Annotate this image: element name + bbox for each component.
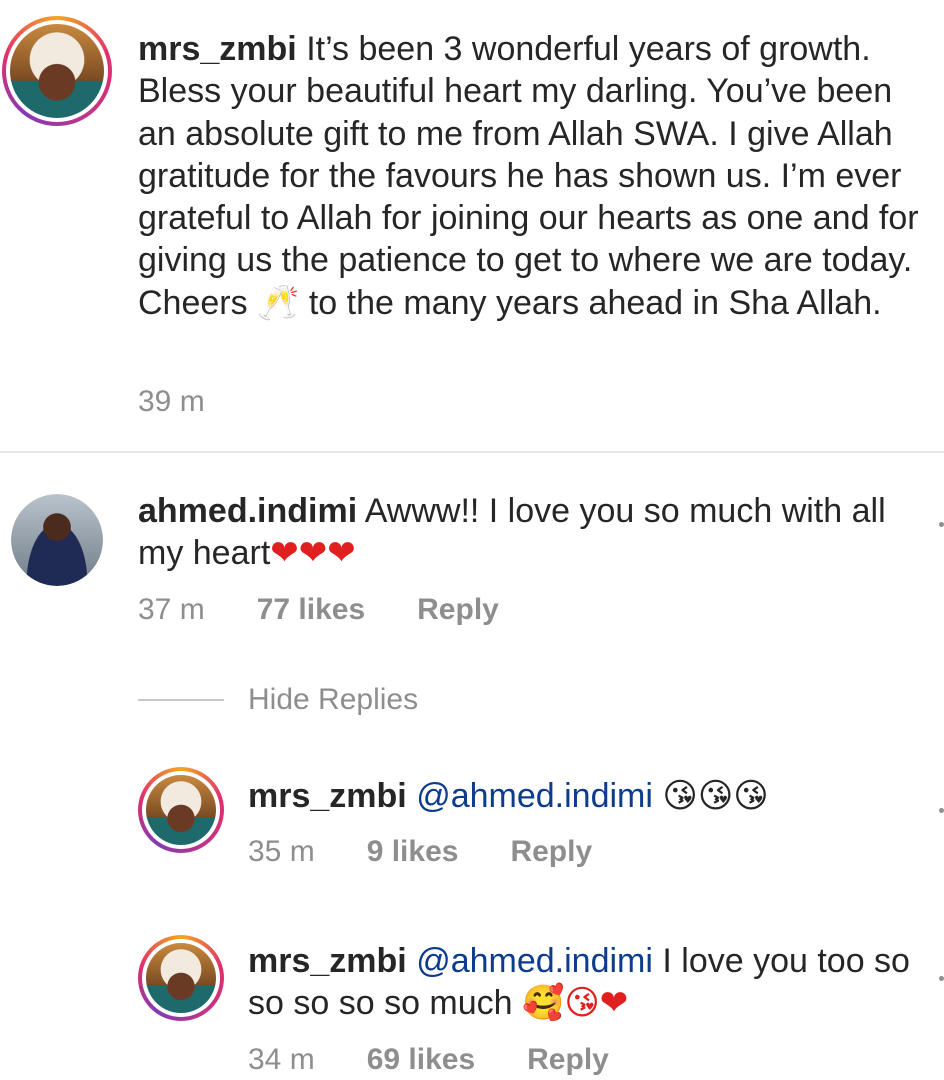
avatar-photo [10,24,104,118]
reply-author-avatar[interactable] [138,935,224,1021]
caption-body: It’s been 3 wonderful years of growth. B… [138,30,919,322]
reply-meta: 35 m 9 likes Reply [248,835,592,869]
avatar-photo-frame [142,939,220,1017]
caption-username[interactable]: mrs_zmbi [138,30,297,68]
reply-mention[interactable]: @ahmed.indimi [416,777,653,815]
caption-text: mrs_zmbi It’s been 3 wonderful years of … [138,28,938,324]
avatar-photo-frame [6,20,108,122]
comment-meta: 37 m 77 likes Reply [138,593,499,627]
kiss-emoji: 😘😘😘 [662,776,769,816]
reply-username[interactable]: mrs_zmbi [248,942,407,980]
caption-author-avatar[interactable] [2,16,112,126]
hide-replies-line [138,699,224,701]
caption-divider [0,451,944,453]
caption-meta: 39 m [138,385,205,419]
reply-timestamp: 34 m [248,1043,315,1076]
avatar-photo [146,775,216,845]
reply-mention[interactable]: @ahmed.indimi [416,942,653,980]
reply-meta: 34 m 69 likes Reply [248,1043,609,1077]
comment-timestamp: 37 m [138,593,205,626]
reply-timestamp: 35 m [248,835,315,868]
reply-text: mrs_zmbi @ahmed.indimi 😘😘😘 [248,775,928,817]
reply-reply-button[interactable]: Reply [510,835,592,869]
reply-author-avatar[interactable] [138,767,224,853]
comment-options-dot[interactable] [939,522,944,527]
comment-text: ahmed.indimi Awww!! I love you so much w… [138,490,928,575]
avatar-photo-frame [142,771,220,849]
comment-likes[interactable]: 77 likes [257,593,365,627]
hearts-emoji: ❤❤❤ [270,533,356,574]
avatar-photo [146,943,216,1013]
comment-reply-button[interactable]: Reply [417,593,499,627]
reply-text: mrs_zmbi @ahmed.indimi I love you too so… [248,940,928,1025]
reply-reply-button[interactable]: Reply [527,1043,609,1077]
comment-username[interactable]: ahmed.indimi [138,492,357,530]
reply-options-dot[interactable] [939,808,944,813]
reply-likes[interactable]: 9 likes [367,835,459,869]
reply-options-dot[interactable] [939,976,944,981]
caption-timestamp: 39 m [138,385,205,418]
avatar-photo [11,494,103,586]
hide-replies-button[interactable]: Hide Replies [248,683,418,717]
comment-author-avatar[interactable] [11,494,103,586]
caption-body-end: to the many years ahead in Sha Allah. [299,283,882,322]
reply-likes[interactable]: 69 likes [367,1043,475,1077]
reply-username[interactable]: mrs_zmbi [248,777,407,815]
love-emoji: 🥰😘❤ [522,983,629,1024]
cheers-emoji: 🥂 [257,282,300,323]
